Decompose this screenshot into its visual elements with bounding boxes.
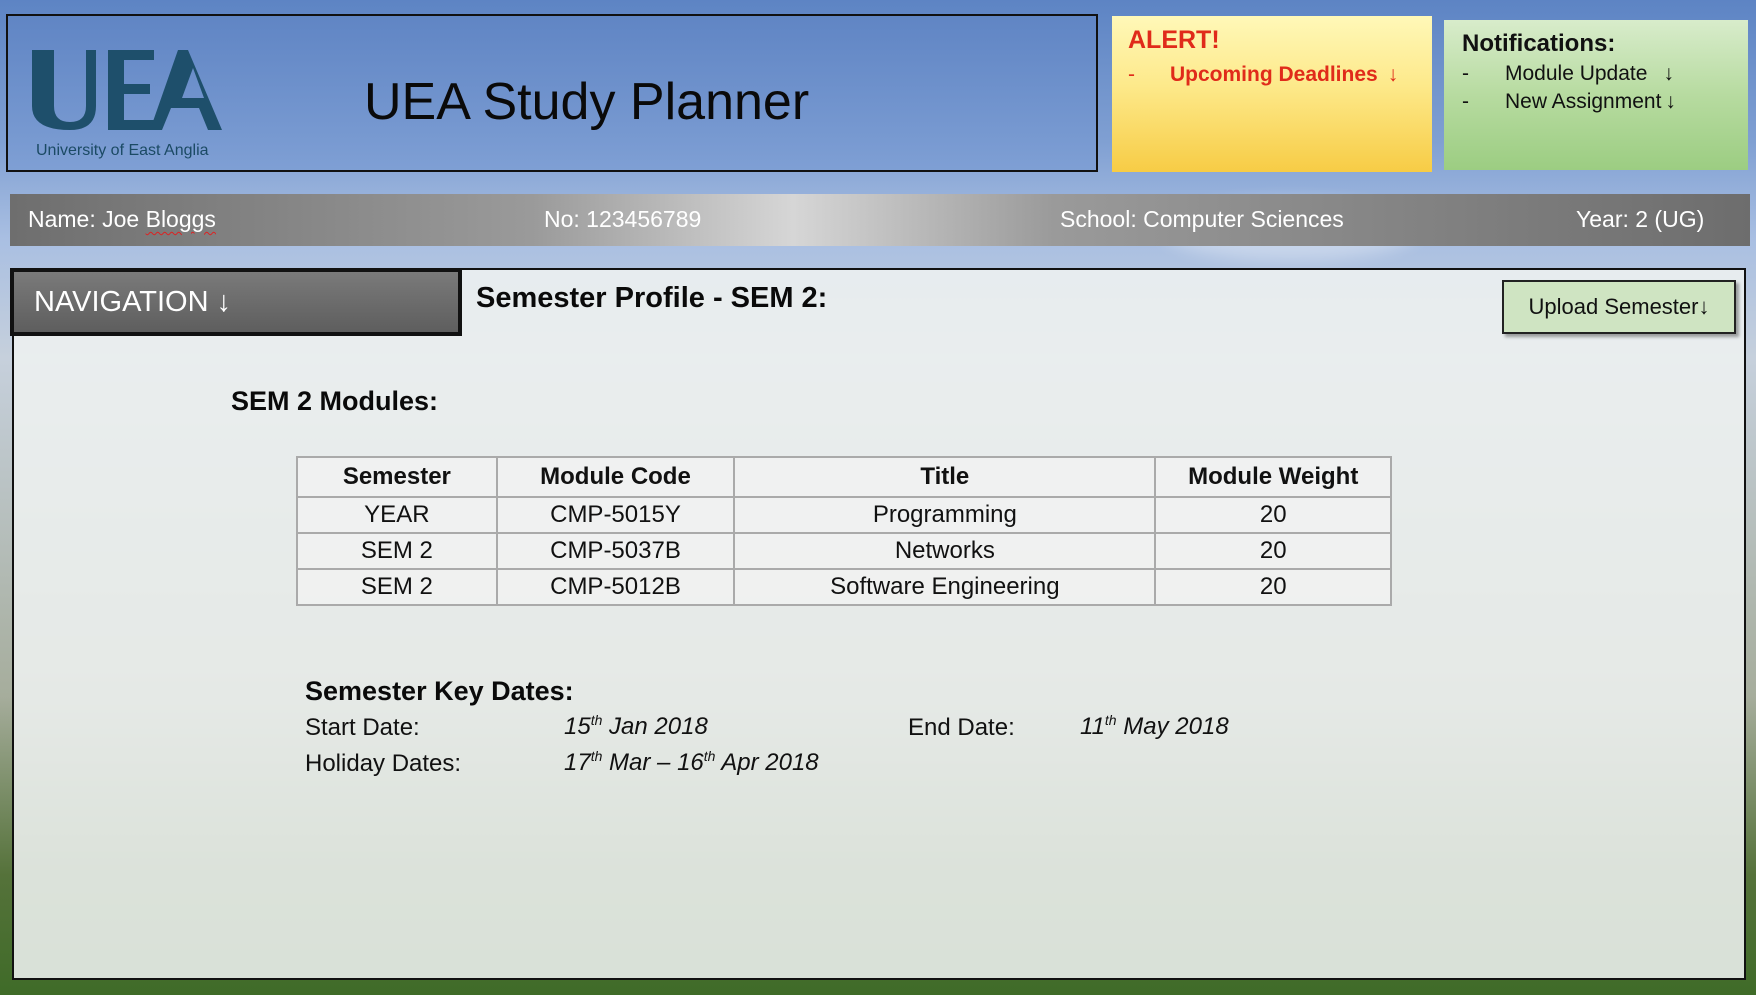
list-dash: - <box>1462 90 1469 113</box>
start-date-suffix: th <box>590 712 603 728</box>
column-header-semester: Semester <box>296 456 498 498</box>
notification-item-new-assignment[interactable]: - New Assignment ↓ <box>1462 90 1730 114</box>
start-date-rest: Jan 2018 <box>602 713 708 740</box>
arrow-down-icon: ↓ <box>1663 62 1674 85</box>
navigation-button[interactable]: NAVIGATION ↓ <box>10 268 462 336</box>
column-header-module-weight: Module Weight <box>1154 456 1392 498</box>
notifications-panel: Notifications: - Module Update ↓ - New A… <box>1444 20 1748 170</box>
start-date-label: Start Date: <box>305 714 420 741</box>
alert-title: ALERT! <box>1128 26 1220 54</box>
holiday-middle: Mar – <box>602 749 678 776</box>
cell-module-code: CMP-5015Y <box>495 496 736 534</box>
modules-table: Semester Module Code Title Module Weight… <box>296 456 1392 606</box>
end-date-value: 11th May 2018 <box>1080 712 1229 741</box>
table-row: SEM 2 CMP-5037B Networks 20 <box>296 532 1392 570</box>
end-date-suffix: th <box>1104 712 1117 728</box>
logo-caption: University of East Anglia <box>36 142 209 159</box>
cell-title: Software Engineering <box>733 568 1157 606</box>
holiday-start-day: 17 <box>564 749 591 776</box>
student-name-last: Bloggs <box>145 206 216 232</box>
app-title: UEA Study Planner <box>364 73 810 131</box>
student-info-bar: Name: Joe Bloggs No: 123456789 School: C… <box>10 194 1750 246</box>
cell-module-weight: 20 <box>1154 496 1392 534</box>
student-year: Year: 2 (UG) <box>1576 206 1705 232</box>
cell-semester: YEAR <box>296 496 498 534</box>
cell-module-code: CMP-5012B <box>495 568 736 606</box>
column-header-title: Title <box>733 456 1157 498</box>
list-dash: - <box>1462 62 1469 85</box>
student-school: School: Computer Sciences <box>1060 206 1344 232</box>
end-date-day: 11 <box>1080 713 1105 740</box>
holiday-dates-label: Holiday Dates: <box>305 750 462 777</box>
cell-semester: SEM 2 <box>296 568 498 606</box>
notification-label: Module Update <box>1505 62 1648 85</box>
page-title: Semester Profile - SEM 2: <box>476 282 828 314</box>
holiday-end-day: 16 <box>677 749 704 776</box>
table-header-row: Semester Module Code Title Module Weight <box>296 456 1392 498</box>
list-dash: - <box>1128 63 1135 86</box>
start-date-value: 15th Jan 2018 <box>564 712 708 741</box>
cell-module-weight: 20 <box>1154 568 1392 606</box>
start-date-day: 15 <box>564 713 591 740</box>
table-row: YEAR CMP-5015Y Programming 20 <box>296 496 1392 534</box>
holiday-end-suffix: th <box>703 748 716 764</box>
notification-label: New Assignment <box>1505 90 1662 113</box>
cell-title: Networks <box>733 532 1157 570</box>
arrow-down-icon: ↓ <box>1387 63 1399 86</box>
notification-item-module-update[interactable]: - Module Update ↓ <box>1462 62 1730 86</box>
modules-section-title: SEM 2 Modules: <box>231 386 439 416</box>
alert-item-upcoming-deadlines[interactable]: - Upcoming Deadlines ↓ <box>1128 63 1416 87</box>
student-name: Name: Joe Bloggs <box>28 206 216 233</box>
cell-module-code: CMP-5037B <box>495 532 736 570</box>
alert-item-label: Upcoming Deadlines <box>1170 63 1378 86</box>
alert-panel: ALERT! - Upcoming Deadlines ↓ <box>1112 16 1432 172</box>
uea-logo-mark <box>32 50 222 130</box>
notifications-title: Notifications: <box>1462 30 1616 57</box>
cell-title: Programming <box>733 496 1157 534</box>
student-name-prefix: Name: Joe <box>28 206 146 232</box>
key-dates-section-title: Semester Key Dates: <box>305 676 574 706</box>
app-header: University of East Anglia UEA Study Plan… <box>6 14 1098 172</box>
arrow-down-icon: ↓ <box>1665 90 1676 113</box>
upload-semester-button[interactable]: Upload Semester↓ <box>1502 280 1736 334</box>
cell-semester: SEM 2 <box>296 532 498 570</box>
holiday-start-suffix: th <box>590 748 603 764</box>
end-date-rest: May 2018 <box>1116 713 1229 740</box>
holiday-dates-value: 17th Mar – 16th Apr 2018 <box>564 748 819 777</box>
cell-module-weight: 20 <box>1154 532 1392 570</box>
main-content-panel <box>12 268 1746 980</box>
holiday-end-rest: Apr 2018 <box>715 749 819 776</box>
uea-logo: University of East Anglia <box>28 46 228 170</box>
column-header-module-code: Module Code <box>495 456 736 498</box>
table-row: SEM 2 CMP-5012B Software Engineering 20 <box>296 568 1392 606</box>
end-date-label: End Date: <box>908 714 1015 741</box>
student-number: No: 123456789 <box>544 206 702 232</box>
